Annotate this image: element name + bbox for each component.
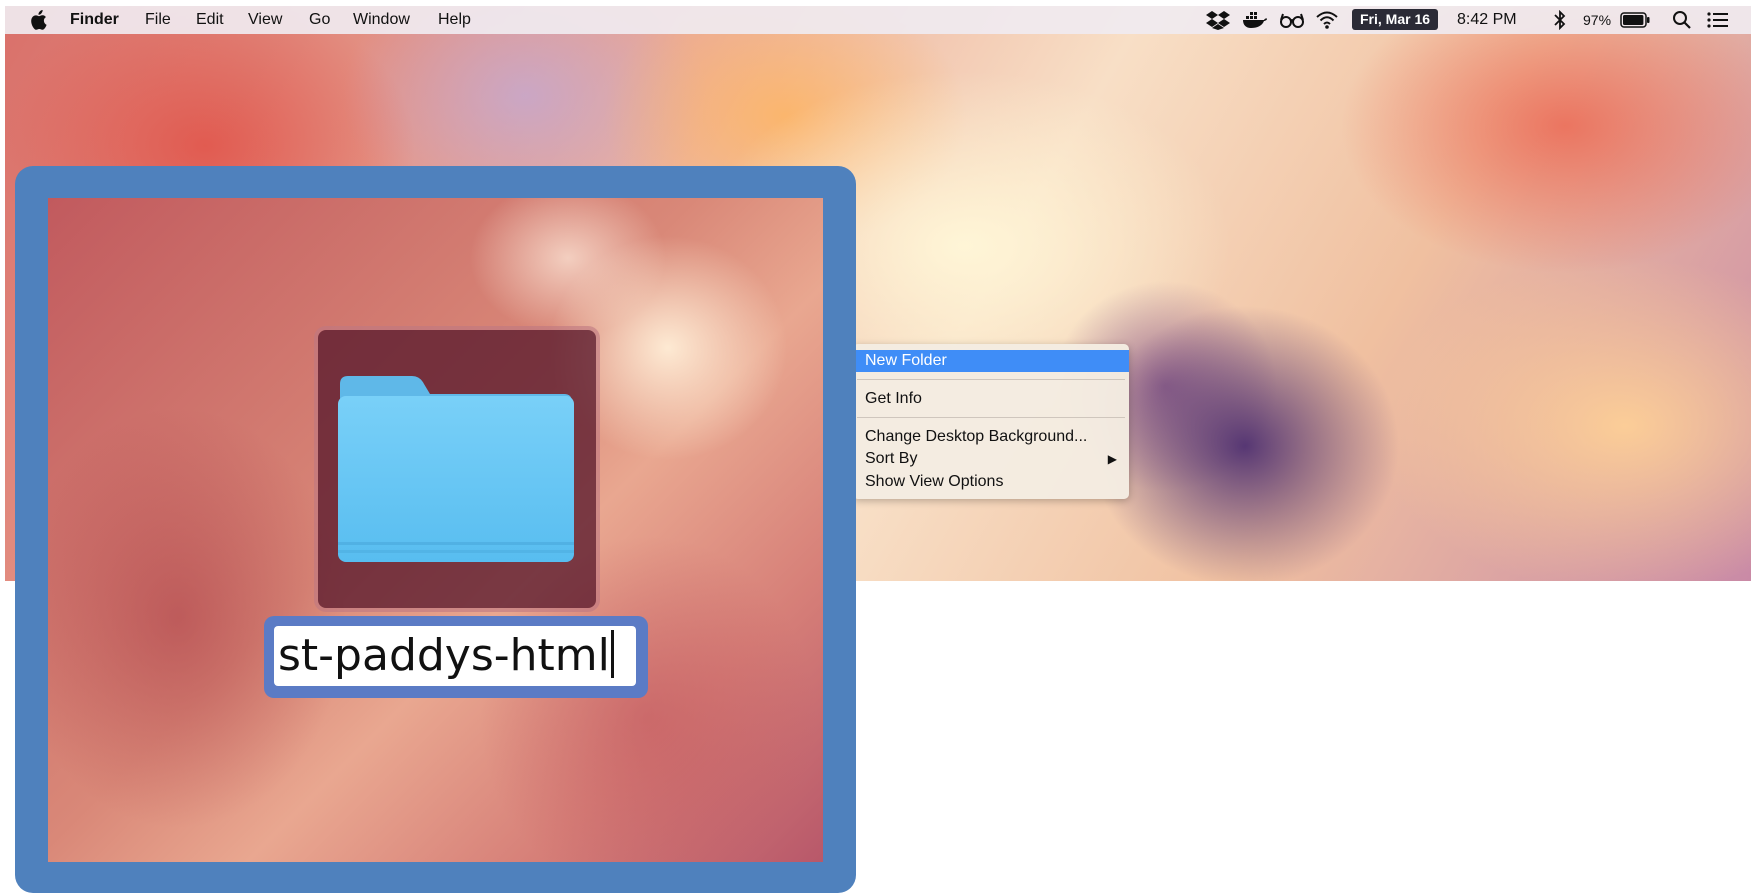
battery-icon[interactable] — [1620, 12, 1650, 33]
menu-separator — [857, 379, 1125, 380]
menu-item-show-view-options[interactable]: Show View Options — [853, 471, 1129, 493]
apple-icon[interactable] — [29, 10, 47, 30]
folder-name-text: st-paddys-html — [278, 630, 610, 681]
context-menu: New Folder Get Info Change Desktop Backg… — [853, 344, 1129, 499]
menu-bar: Finder File Edit View Go Window Help Fri… — [5, 6, 1751, 34]
folder-name-input[interactable]: st-paddys-html — [274, 626, 636, 686]
docker-icon[interactable] — [1242, 10, 1268, 35]
folder-icon-tile[interactable] — [318, 330, 596, 608]
menu-item-label: Show View Options — [865, 473, 1004, 490]
glasses-icon[interactable] — [1279, 10, 1305, 35]
date-badge[interactable]: Fri, Mar 16 — [1352, 9, 1438, 30]
menu-help[interactable]: Help — [438, 11, 471, 29]
menu-edit[interactable]: Edit — [196, 11, 224, 29]
menu-item-new-folder[interactable]: New Folder — [853, 350, 1129, 372]
menu-item-get-info[interactable]: Get Info — [853, 388, 1129, 410]
notification-center-icon[interactable] — [1707, 10, 1729, 35]
wifi-icon[interactable] — [1315, 10, 1339, 35]
menu-item-label: Sort By — [865, 450, 918, 467]
folder-icon[interactable] — [336, 374, 576, 569]
bluetooth-icon[interactable] — [1553, 9, 1567, 35]
menu-go[interactable]: Go — [309, 11, 330, 29]
menu-window[interactable]: Window — [353, 11, 410, 29]
menu-item-label: Change Desktop Background... — [865, 428, 1088, 445]
clock-time[interactable]: 8:42 PM — [1457, 11, 1517, 29]
menu-file[interactable]: File — [145, 11, 171, 29]
rename-field-focus-ring: st-paddys-html — [264, 616, 648, 698]
zoomed-desktop: st-paddys-html — [48, 198, 823, 862]
text-caret — [610, 630, 614, 678]
menu-app-name[interactable]: Finder — [70, 11, 119, 29]
menu-item-label: New Folder — [865, 352, 947, 369]
spotlight-search-icon[interactable] — [1672, 10, 1692, 35]
menu-view[interactable]: View — [248, 11, 282, 29]
battery-percent[interactable]: 97% — [1583, 12, 1611, 28]
zoom-callout: st-paddys-html — [15, 166, 856, 893]
submenu-arrow-icon: ▶ — [1107, 452, 1117, 466]
dropbox-icon[interactable] — [1206, 10, 1230, 35]
menu-separator — [857, 417, 1125, 418]
menu-item-label: Get Info — [865, 390, 922, 407]
menu-item-sort-by[interactable]: Sort By ▶ — [853, 448, 1129, 470]
menu-item-change-desktop-background[interactable]: Change Desktop Background... — [853, 426, 1129, 448]
